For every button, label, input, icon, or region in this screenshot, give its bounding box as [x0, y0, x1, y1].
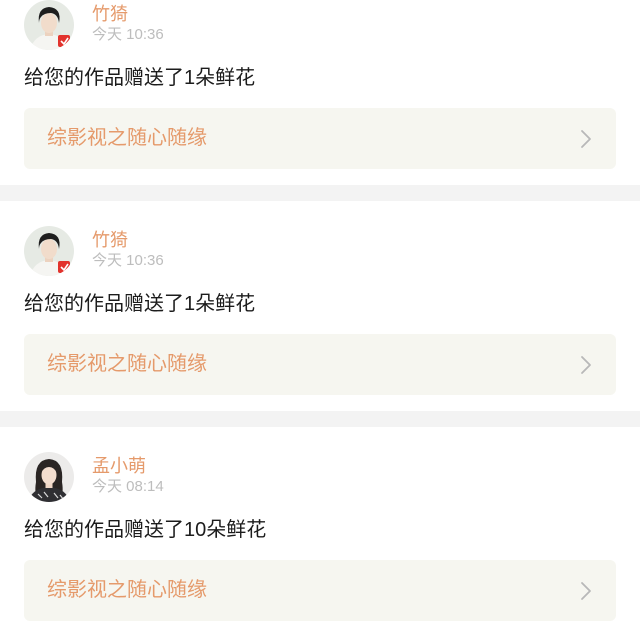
card-separator: [0, 185, 640, 201]
avatar[interactable]: [24, 0, 74, 50]
work-title: 综影视之随心随缘: [47, 579, 207, 601]
work-title: 综影视之随心随缘: [47, 127, 207, 149]
chevron-right-icon: [580, 581, 592, 601]
notification-feed: 竹猗 今天 10:36 给您的作品赠送了1朵鲜花 综影视之随心随缘 竹猗 今天 …: [0, 0, 640, 621]
avatar-badge-icon: [58, 261, 70, 273]
notification-card: 竹猗 今天 10:36 给您的作品赠送了1朵鲜花 综影视之随心随缘: [0, 201, 640, 411]
avatar-image: [24, 0, 74, 50]
work-link[interactable]: 综影视之随心随缘: [24, 334, 616, 395]
card-separator: [0, 411, 640, 427]
chevron-right-icon: [580, 355, 592, 375]
avatar[interactable]: [24, 452, 74, 502]
notification-feed-viewport[interactable]: 竹猗 今天 10:36 给您的作品赠送了1朵鲜花 综影视之随心随缘 竹猗 今天 …: [0, 0, 640, 621]
timestamp: 今天 08:14: [92, 478, 164, 495]
gift-message: 给您的作品赠送了1朵鲜花: [24, 67, 256, 89]
avatar-badge-icon: [58, 35, 70, 47]
chevron-right-icon: [580, 129, 592, 149]
username[interactable]: 孟小萌: [92, 455, 146, 477]
gift-message: 给您的作品赠送了10朵鲜花: [24, 519, 267, 541]
username[interactable]: 竹猗: [92, 3, 128, 25]
gift-message: 给您的作品赠送了1朵鲜花: [24, 293, 256, 315]
avatar-image: [24, 452, 74, 502]
work-link[interactable]: 综影视之随心随缘: [24, 560, 616, 621]
avatar-image: [24, 226, 74, 276]
work-title: 综影视之随心随缘: [47, 353, 207, 375]
avatar[interactable]: [24, 226, 74, 276]
timestamp: 今天 10:36: [92, 26, 164, 43]
username[interactable]: 竹猗: [92, 229, 128, 251]
work-link[interactable]: 综影视之随心随缘: [24, 108, 616, 169]
timestamp: 今天 10:36: [92, 252, 164, 269]
notification-card: 竹猗 今天 10:36 给您的作品赠送了1朵鲜花 综影视之随心随缘: [0, 0, 640, 185]
notification-card: 孟小萌 今天 08:14 给您的作品赠送了10朵鲜花 综影视之随心随缘: [0, 427, 640, 621]
